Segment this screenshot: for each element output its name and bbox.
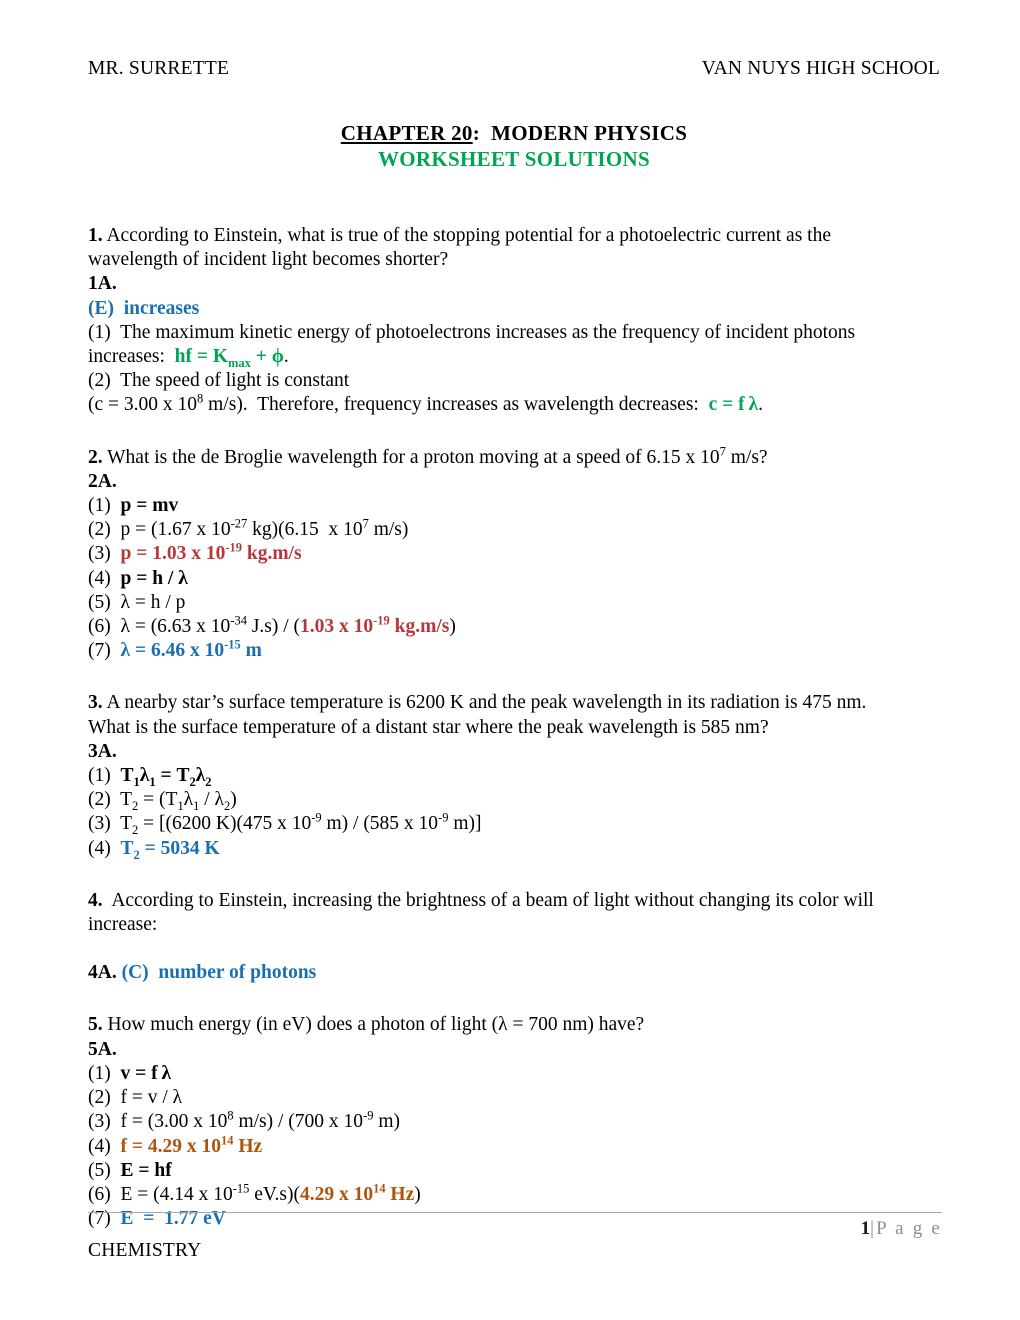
- question-2-step-5: (5) λ = h / p: [88, 591, 186, 613]
- question-2-step-6: (6) λ = (6.63 x 10-34 J.s) / (1.03 x 10-…: [88, 613, 456, 638]
- question-5-step-4: (4) f = 4.29 x 1014 Hz: [88, 1133, 263, 1157]
- question-5-step-1: (1) v = f λ: [88, 1062, 172, 1084]
- question-3-number: 3.: [88, 692, 103, 714]
- question-2-number: 2.: [88, 446, 103, 468]
- page-number: 1: [860, 1218, 871, 1239]
- document-page: MR. SURRETTE VAN NUYS HIGH SCHOOL CHAPTE…: [0, 0, 1020, 1320]
- question-3-prompt-text-1: A nearby star’s surface temperature is 6…: [106, 692, 867, 714]
- question-4-prompt-text-1: According to Einstein, increasing the br…: [111, 889, 874, 911]
- question-2-answer-label: 2A.: [88, 470, 117, 492]
- page-word: P a g e: [876, 1218, 942, 1239]
- question-1-prompt-line-1: 1. According to Einstein, what is true o…: [88, 224, 932, 248]
- header-school-name: VAN NUYS HIGH SCHOOL: [701, 58, 940, 79]
- question-4-number: 4.: [88, 889, 103, 911]
- question-1-step-2b: (c = 3.00 x 108 m/s). Therefore, frequen…: [88, 391, 763, 416]
- question-3-step-1: (1) T1λ1 = T2λ2: [88, 765, 212, 789]
- question-4-answer-line: 4A. (C) number of photons: [88, 961, 932, 985]
- question-block-4: 4. According to Einstein, increasing the…: [88, 889, 932, 986]
- spacer-4a: [88, 937, 932, 961]
- question-2-step-3: (3) p = 1.03 x 10-19 kg.m/s: [88, 540, 302, 565]
- question-block-3: 3. A nearby star’s surface temperature i…: [88, 691, 932, 860]
- question-4-prompt-line-2: increase:: [88, 914, 158, 936]
- question-5-number: 5.: [88, 1014, 103, 1036]
- question-block-2: 2. What is the de Broglie wavelength for…: [88, 444, 932, 664]
- question-5-step-7: (7) E = 1.77 eV: [88, 1208, 226, 1230]
- question-4-choice: (C) number of photons: [121, 962, 317, 984]
- question-5-answer-label: 5A.: [88, 1038, 117, 1060]
- question-2-step-2: (2) p = (1.67 x 10-27 kg)(6.15 x 107 m/s…: [88, 516, 409, 541]
- question-3-step-2: (2) T2 = (T1λ1 / λ2): [88, 789, 237, 814]
- question-1-prompt-line-2: wavelength of incident light becomes sho…: [88, 249, 449, 271]
- question-5-prompt-line-1: 5. How much energy (in eV) does a photon…: [88, 1014, 645, 1036]
- document-body: 1. According to Einstein, what is true o…: [88, 224, 932, 1231]
- question-2-step-7: (7) λ = 6.46 x 10-15 m: [88, 637, 262, 662]
- question-2-prompt-line-1: 2. What is the de Broglie wavelength for…: [88, 444, 768, 468]
- question-4-answer-label: 4A.: [88, 962, 117, 984]
- question-4-prompt-line-1: 4. According to Einstein, increasing the…: [88, 889, 932, 913]
- chapter-title-rest: : MODERN PHYSICS: [472, 121, 688, 145]
- question-3-prompt-line-1: 3. A nearby star’s surface temperature i…: [88, 691, 932, 715]
- footer-divider: [88, 1212, 942, 1213]
- formula-wave-speed: c = f λ: [708, 394, 759, 416]
- question-3-step-3: (3) T2 = [(6200 K)(475 x 10-9 m) / (585 …: [88, 810, 482, 838]
- question-2-step-1: (1) p = mv: [88, 495, 179, 517]
- chapter-title-underlined: CHAPTER 20: [340, 121, 473, 145]
- question-1-step-2: (2) The speed of light is constant: [88, 370, 350, 392]
- question-1-answer-label: 1A.: [88, 273, 117, 295]
- question-1-number: 1.: [88, 225, 103, 246]
- question-3-step-4: (4) T2 = 5034 K: [88, 837, 220, 862]
- chapter-title: CHAPTER 20: MODERN PHYSICS: [88, 120, 940, 146]
- question-1-prompt-text-1: According to Einstein, what is true of t…: [106, 225, 831, 246]
- worksheet-subtitle: WORKSHEET SOLUTIONS: [378, 147, 650, 171]
- question-block-5: 5. How much energy (in eV) does a photon…: [88, 1013, 932, 1231]
- question-3-answer-label: 3A.: [88, 740, 117, 762]
- question-5-step-6: (6) E = (4.14 x 10-15 eV.s)(4.29 x 1014 …: [88, 1181, 421, 1205]
- question-5-step-2: (2) f = v / λ: [88, 1087, 183, 1109]
- question-2-step-4: (4) p = h / λ: [88, 567, 188, 589]
- question-3-prompt-line-2: What is the surface temperature of a dis…: [88, 716, 769, 738]
- running-header: MR. SURRETTE VAN NUYS HIGH SCHOOL: [88, 58, 940, 84]
- formula-photoelectric: hf = Kmax + ϕ: [174, 346, 284, 370]
- question-5-step-5: (5) E = hf: [88, 1159, 172, 1181]
- page-number-block: 1|P a g e: [861, 1218, 942, 1240]
- question-1-step-1b: increases: hf = Kmax + ϕ.: [88, 346, 289, 370]
- title-block: CHAPTER 20: MODERN PHYSICS WORKSHEET SOL…: [88, 120, 940, 172]
- header-teacher-name: MR. SURRETTE: [88, 58, 230, 79]
- footer-subject: CHEMISTRY: [88, 1240, 202, 1261]
- question-1-choice: (E) increases: [88, 297, 200, 319]
- question-1-step-1: (1) The maximum kinetic energy of photoe…: [88, 321, 856, 343]
- question-block-1: 1. According to Einstein, what is true o…: [88, 224, 932, 418]
- question-5-step-3: (3) f = (3.00 x 108 m/s) / (700 x 10-9 m…: [88, 1108, 400, 1133]
